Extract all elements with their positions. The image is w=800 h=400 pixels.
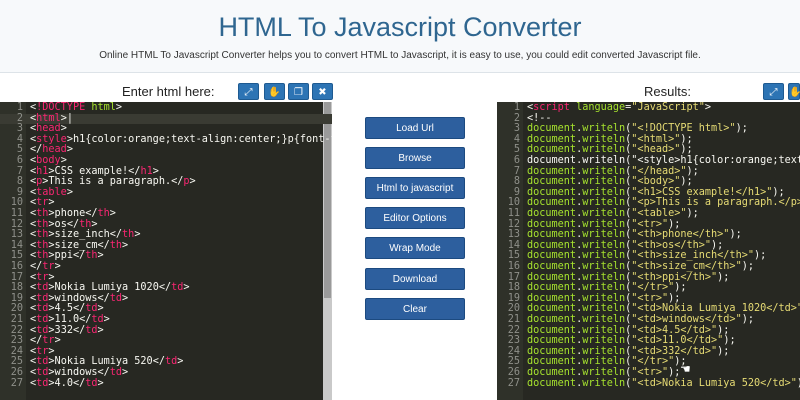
code-text: <style>h1{color:orange;text-align:center… [30, 133, 332, 145]
line-number: 6 [16, 155, 23, 166]
line-number: 26 [507, 367, 520, 378]
line-number: 11 [10, 208, 23, 219]
expand-icon: ⤢ [769, 87, 778, 98]
input-fullscreen-button[interactable]: ⤢ [238, 83, 259, 100]
code-text: <td>4.0</td> [30, 377, 104, 389]
results-hand-button[interactable]: ✋ [788, 83, 800, 100]
line-number: 21 [10, 314, 23, 325]
load-url-button[interactable]: Load Url [365, 117, 465, 139]
line-number: 27 [507, 377, 520, 389]
code-line: 11 <th>phone</th> [0, 208, 332, 220]
expand-icon: ⤢ [244, 87, 253, 98]
line-number: 16 [10, 261, 23, 272]
line-number: 1 [16, 102, 23, 113]
html-to-javascript-button[interactable]: Html to javascript [365, 177, 465, 199]
input-label: Enter html here: [122, 84, 215, 99]
input-clear-button[interactable]: ✖ [312, 83, 333, 100]
input-copy-button[interactable]: ❐ [288, 83, 309, 100]
code-line: 26 <td>windows</td> [0, 367, 332, 379]
page-subtitle: Online HTML To Javascript Converter help… [99, 50, 701, 61]
code-line: 27 <td>4.0</td> [0, 377, 332, 390]
browse-button[interactable]: Browse [365, 147, 465, 169]
download-button[interactable]: Download [365, 268, 465, 290]
copy-icon: ❐ [294, 87, 303, 98]
editor-options-button[interactable]: Editor Options [365, 207, 465, 229]
code-text: <script language="JavaScript"> [527, 102, 712, 113]
results-label: Results: [644, 84, 691, 99]
page-title: HTML To Javascript Converter [218, 12, 582, 42]
results-fullscreen-button[interactable]: ⤢ [763, 83, 784, 100]
html-input-editor[interactable]: 1 <!DOCTYPE html> 2 <html>| 3 <head> 4 <style>h… [0, 102, 332, 400]
line-number: 27 [10, 377, 23, 389]
line-number: 26 [10, 367, 23, 378]
close-icon: ✖ [318, 87, 327, 98]
hand-icon: ✋ [789, 87, 800, 98]
line-number: 1 [513, 102, 520, 113]
code-text: document.writeln("<td>Nokia Lumiya 520</… [527, 377, 800, 389]
code-line: 27 document.writeln("<td>Nokia Lumiya 520… [497, 377, 800, 390]
mouse-pointer-icon: ☚ [680, 362, 691, 376]
input-hand-button[interactable]: ✋ [264, 83, 285, 100]
line-number: 11 [507, 208, 520, 219]
javascript-results-editor[interactable]: 1 <script language="JavaScript"> 2 <!-- 3 doc… [497, 102, 800, 400]
line-number: 16 [507, 261, 520, 272]
code-line: 16 </tr> [0, 261, 332, 273]
clear-button[interactable]: Clear [365, 298, 465, 320]
wrap-mode-button[interactable]: Wrap Mode [365, 237, 465, 259]
hand-icon: ✋ [268, 87, 281, 98]
line-number: 21 [507, 314, 520, 325]
line-number: 6 [513, 155, 520, 166]
code-line: 6 <body> [0, 155, 332, 167]
page-header: HTML To Javascript Converter Online HTML… [0, 0, 800, 73]
code-line: 21 <td>11.0</td> [0, 314, 332, 326]
